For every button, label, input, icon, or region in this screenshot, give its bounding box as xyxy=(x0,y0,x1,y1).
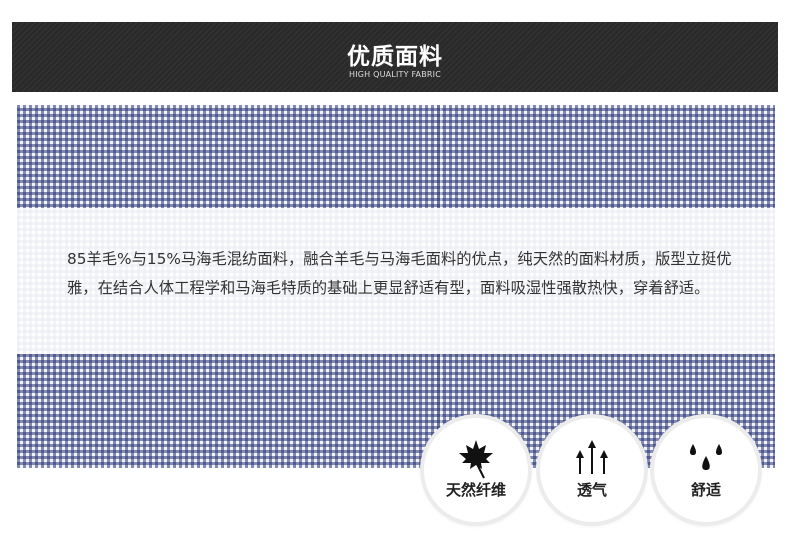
feature-comfort: 舒适 xyxy=(654,418,758,522)
section-subtitle: HIGH QUALITY FABRIC xyxy=(348,70,442,79)
feature-label: 天然纤维 xyxy=(445,481,506,499)
header-banner: 优质面料 HIGH QUALITY FABRIC xyxy=(12,22,778,92)
feature-breathable: 透气 xyxy=(540,418,644,522)
feature-natural-fiber: 天然纤维 xyxy=(424,418,528,522)
maple-leaf-icon xyxy=(424,436,528,479)
upward-arrows-icon xyxy=(540,436,644,476)
description-text: 85羊毛%与15%马海毛混纺面料，融合羊毛与马海毛面料的优点，纯天然的面料材质，… xyxy=(67,250,732,297)
water-drops-icon xyxy=(654,436,758,476)
description-panel: 85羊毛%与15%马海毛混纺面料，融合羊毛与马海毛面料的优点，纯天然的面料材质，… xyxy=(17,208,775,354)
feature-label: 透气 xyxy=(576,481,607,499)
feature-label: 舒适 xyxy=(690,481,721,499)
section-title: 优质面料 xyxy=(347,44,443,70)
